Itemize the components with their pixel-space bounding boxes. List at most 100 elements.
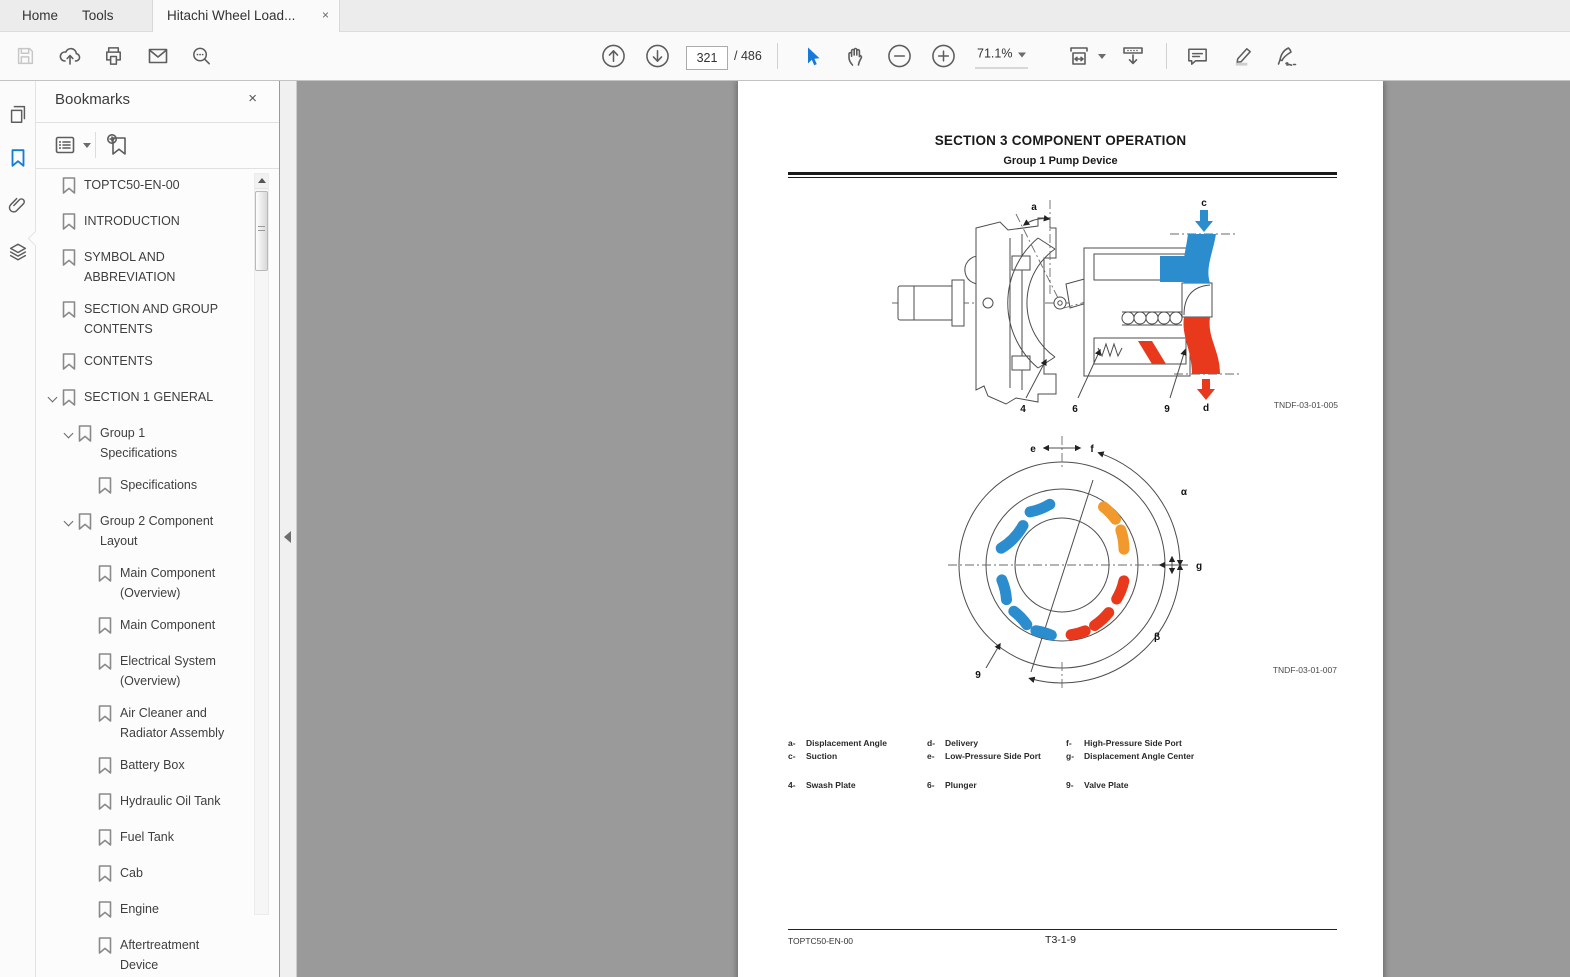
bookmark-label: Main Component (120, 615, 215, 635)
zoom-out-icon[interactable] (887, 44, 912, 69)
document-area[interactable]: SECTION 3 COMPONENT OPERATION Group 1 Pu… (297, 81, 1570, 977)
page-total-label: / 486 (734, 32, 762, 80)
legend-item: a-Displacement Angle (788, 738, 887, 748)
bookmark-options-icon[interactable] (53, 133, 91, 157)
select-tool-icon[interactable] (800, 44, 824, 68)
attachments-icon[interactable] (7, 194, 29, 221)
bookmark-icon (98, 755, 120, 779)
find-current-bookmark-icon[interactable] (105, 132, 130, 162)
svg-text:9: 9 (1164, 404, 1170, 415)
pdf-page: SECTION 3 COMPONENT OPERATION Group 1 Pu… (738, 81, 1383, 977)
chevron-down-icon[interactable] (46, 387, 62, 401)
bookmark-item[interactable]: Engine (36, 899, 253, 923)
bookmarks-title: Bookmarks (55, 91, 130, 108)
bookmarks-toolbar (36, 123, 279, 169)
scroll-mode-icon[interactable] (1120, 43, 1146, 69)
page-thumbnails-icon[interactable] (7, 103, 29, 130)
chevron-down-icon[interactable] (62, 511, 78, 525)
bookmark-item[interactable]: Battery Box (36, 755, 253, 779)
comment-icon[interactable] (1185, 44, 1210, 69)
scrollbar-thumb[interactable] (255, 191, 268, 271)
print-icon[interactable] (102, 45, 125, 68)
bookmark-item[interactable]: Group 1 Specifications (36, 423, 253, 463)
zoom-in-icon[interactable] (931, 44, 956, 69)
bookmark-label: SECTION 1 GENERAL (84, 387, 213, 407)
bookmark-item[interactable]: Fuel Tank (36, 827, 253, 851)
svg-text:e: e (1030, 444, 1036, 455)
legend-item: g-Displacement Angle Center (1066, 751, 1194, 761)
footer-page-code: T3-1-9 (738, 934, 1383, 946)
layers-icon[interactable] (7, 241, 29, 268)
search-icon[interactable] (190, 45, 213, 68)
bookmark-item[interactable]: TOPTC50-EN-00 (36, 175, 253, 199)
bookmarks-icon[interactable] (7, 147, 29, 174)
chevron-down-icon[interactable] (62, 423, 78, 437)
bookmark-item[interactable]: Specifications (36, 475, 253, 499)
zoom-level-value: 71.1% (977, 47, 1012, 63)
bookmarks-list: TOPTC50-EN-00 INTRODUCTION SYMBOL AND AB… (36, 169, 253, 977)
fill-sign-icon[interactable] (1274, 43, 1300, 69)
bookmark-item[interactable]: Hydraulic Oil Tank (36, 791, 253, 815)
bookmark-icon (62, 175, 84, 199)
bookmark-label: Aftertreatment Device (120, 935, 238, 975)
bookmark-icon (98, 827, 120, 851)
footer-rule (788, 929, 1337, 930)
highlight-icon[interactable] (1230, 44, 1255, 69)
bookmark-item[interactable]: SYMBOL AND ABBREVIATION (36, 247, 253, 287)
share-upload-icon[interactable] (58, 44, 82, 68)
page-up-icon[interactable] (601, 44, 626, 69)
bookmark-icon (98, 475, 120, 499)
bookmark-item[interactable]: INTRODUCTION (36, 211, 253, 235)
scroll-up-button[interactable] (255, 174, 268, 189)
bookmark-icon (98, 863, 120, 887)
collapse-panel-icon[interactable] (284, 531, 291, 543)
page-number-input[interactable] (686, 46, 728, 70)
bookmark-item[interactable]: Air Cleaner and Radiator Assembly (36, 703, 253, 743)
tab-document-label: Hitachi Wheel Load... (167, 8, 295, 23)
bookmark-label: Electrical System (Overview) (120, 651, 238, 691)
bookmark-item[interactable]: Main Component (Overview) (36, 563, 253, 603)
acrobat-window: Home Tools Hitachi Wheel Load... × (0, 0, 1570, 977)
bookmark-item[interactable]: Main Component (36, 615, 253, 639)
legend-item: 6-Plunger (927, 780, 1041, 790)
bookmark-label: INTRODUCTION (84, 211, 180, 231)
bookmark-item[interactable]: Aftertreatment Device (36, 935, 253, 975)
fit-width-icon[interactable] (1066, 43, 1106, 69)
bookmark-icon (98, 935, 120, 959)
bookmark-label: Battery Box (120, 755, 185, 775)
zoom-level-dropdown[interactable]: 71.1% (975, 44, 1028, 69)
bookmark-item[interactable]: CONTENTS (36, 351, 253, 375)
svg-text:f: f (1090, 444, 1094, 455)
panel-splitter[interactable] (280, 81, 297, 977)
left-rail (0, 81, 36, 977)
save-icon[interactable] (14, 45, 36, 67)
toolbar-divider (1166, 43, 1167, 69)
bookmark-item[interactable]: Cab (36, 863, 253, 887)
bookmark-icon (98, 651, 120, 675)
email-icon[interactable] (146, 44, 170, 68)
bookmark-icon (62, 247, 84, 271)
bookmark-item[interactable]: SECTION 1 GENERAL (36, 387, 253, 411)
bookmark-item[interactable]: Electrical System (Overview) (36, 651, 253, 691)
toolbar: / 486 71.1% (0, 32, 1570, 81)
page-subtitle: Group 1 Pump Device (738, 155, 1383, 167)
legend-item: e-Low-Pressure Side Port (927, 751, 1041, 761)
svg-text:d: d (1203, 403, 1209, 414)
tab-home[interactable]: Home (8, 0, 72, 31)
bookmarks-scrollbar[interactable] (254, 173, 269, 915)
close-icon[interactable]: × (322, 0, 329, 31)
svg-text:β: β (1154, 632, 1160, 643)
tab-tools[interactable]: Tools (68, 0, 128, 31)
hand-tool-icon[interactable] (843, 44, 867, 68)
bookmark-item[interactable]: SECTION AND GROUP CONTENTS (36, 299, 253, 339)
svg-text:a: a (1031, 202, 1037, 213)
svg-text:α: α (1181, 487, 1188, 498)
bookmark-icon (78, 423, 100, 447)
legend-item: f-High-Pressure Side Port (1066, 738, 1194, 748)
close-icon[interactable]: × (248, 90, 257, 107)
bookmark-icon (62, 387, 84, 411)
bookmark-label: Fuel Tank (120, 827, 174, 847)
tab-document[interactable]: Hitachi Wheel Load... × (152, 0, 340, 32)
page-down-icon[interactable] (645, 44, 670, 69)
bookmark-item[interactable]: Group 2 Component Layout (36, 511, 253, 551)
